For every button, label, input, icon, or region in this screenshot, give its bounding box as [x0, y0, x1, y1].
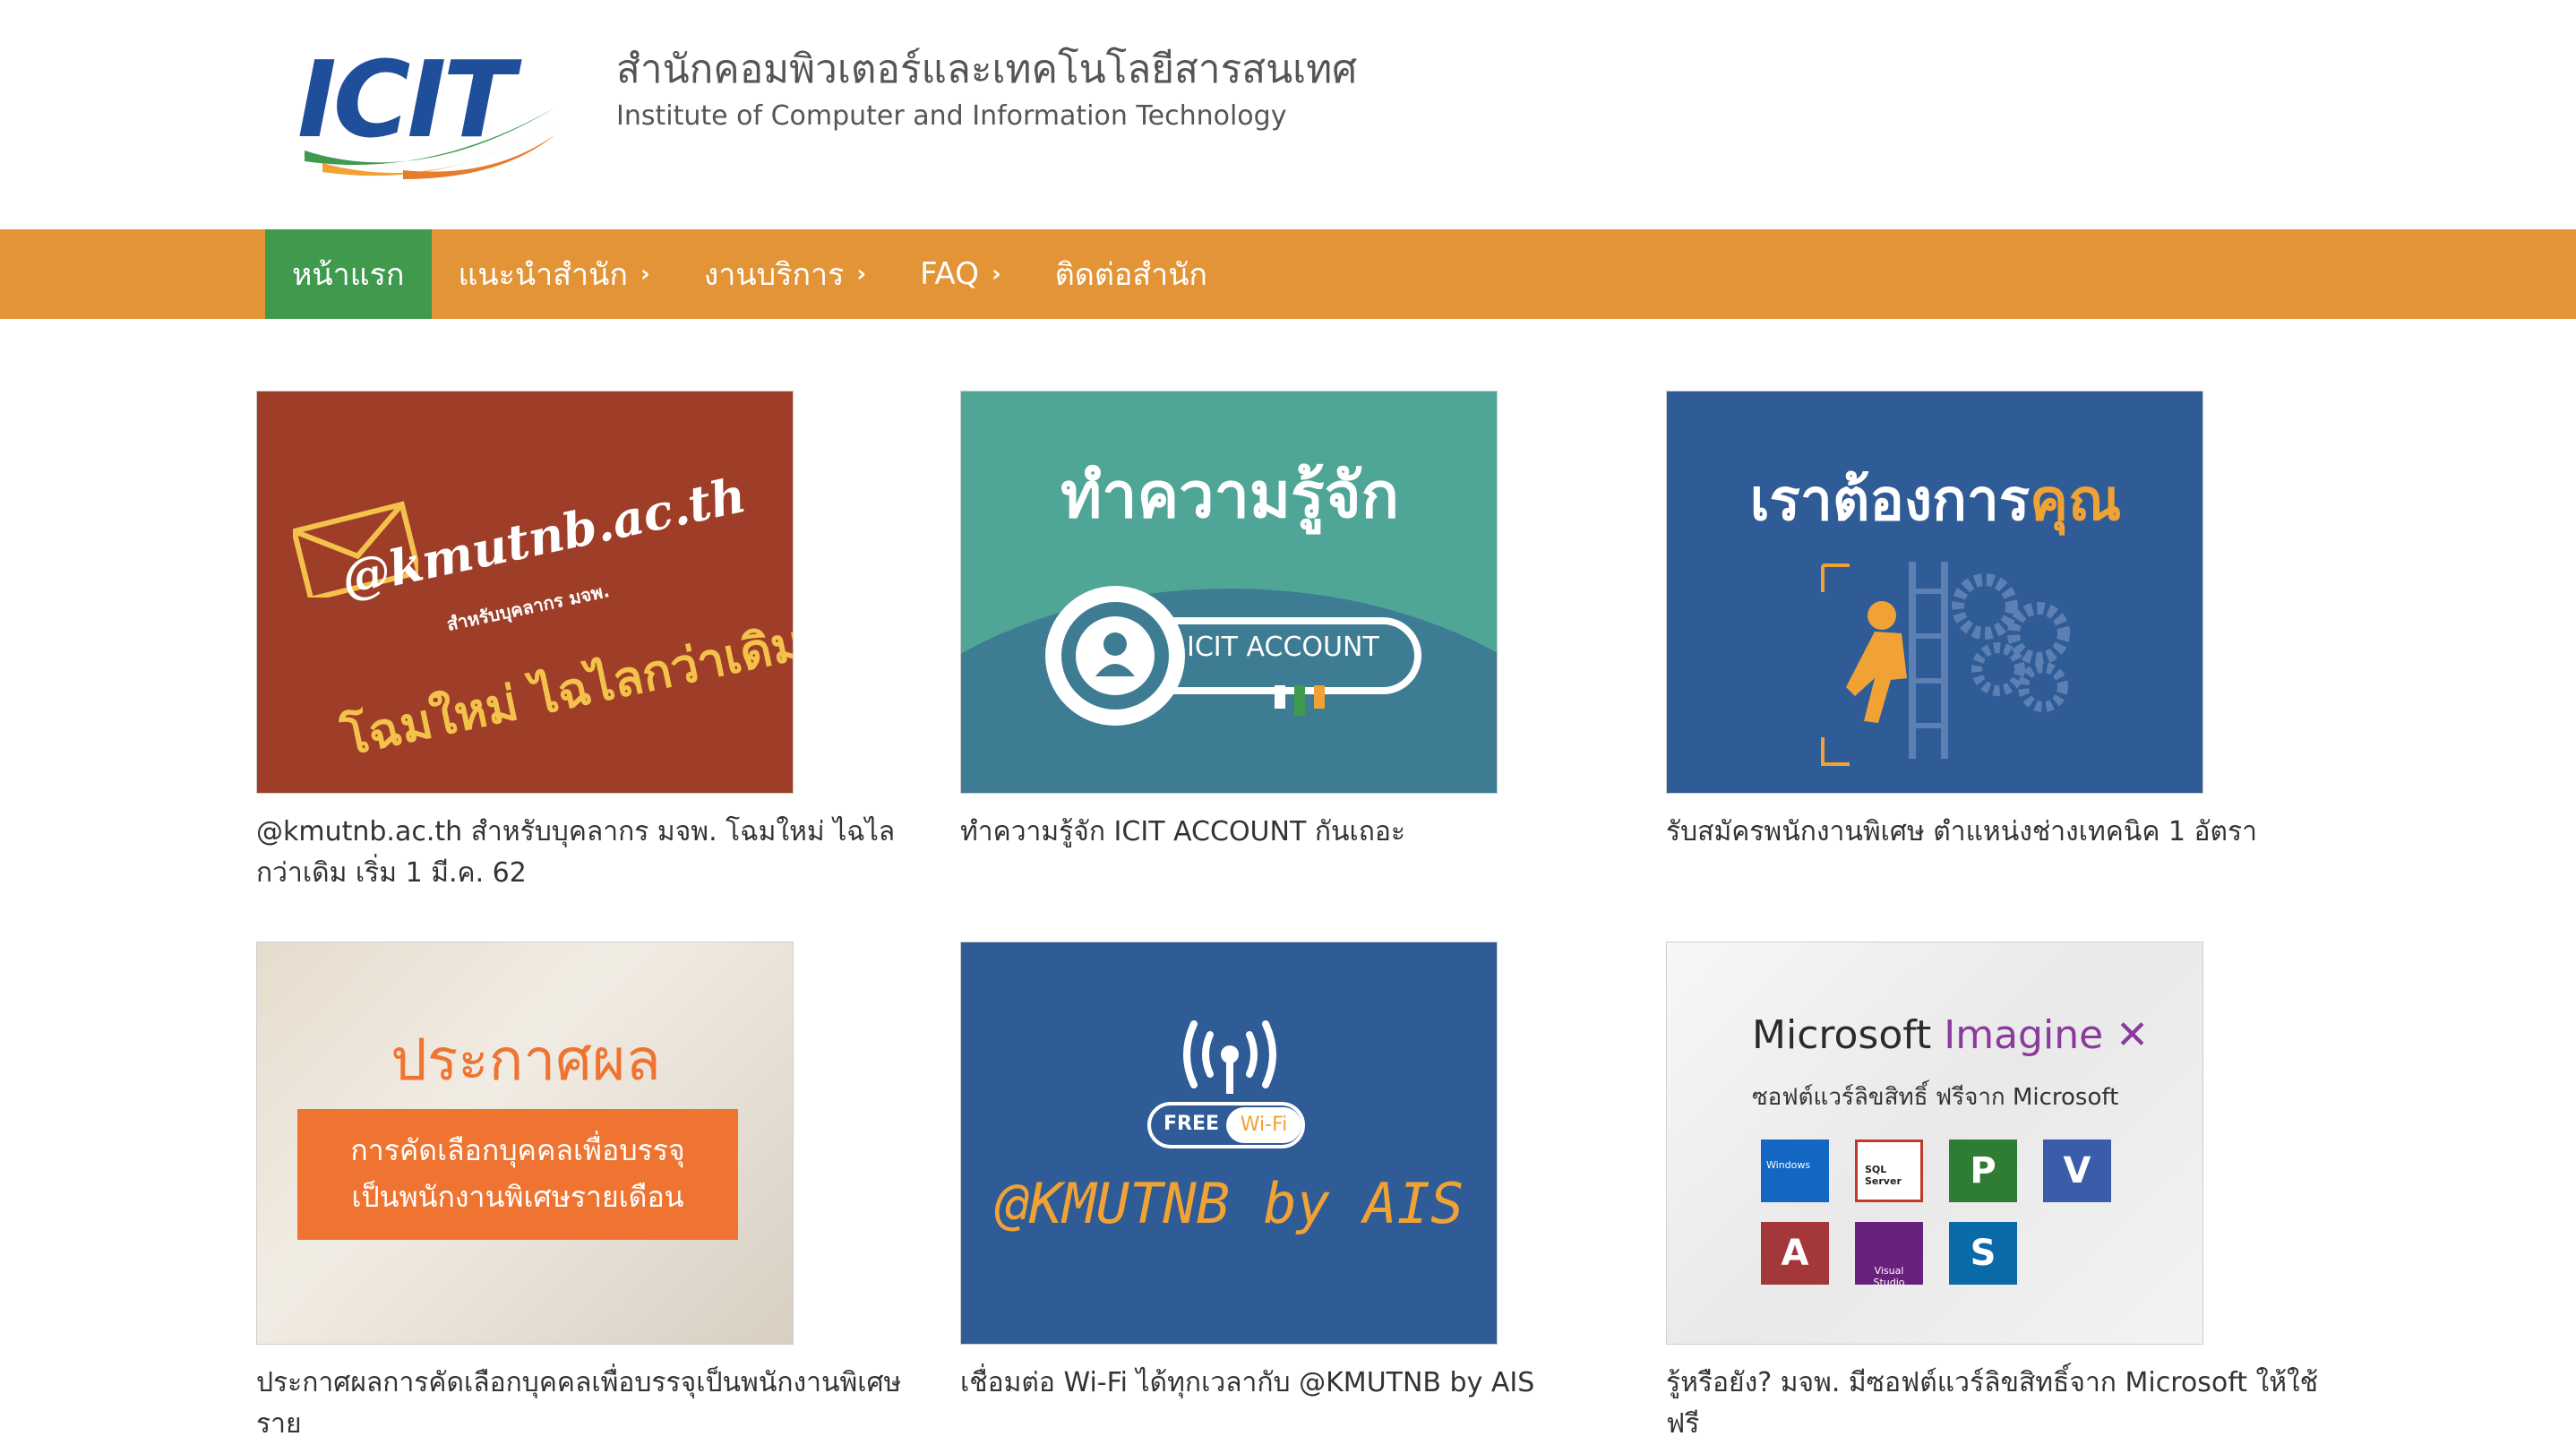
nav-item-label: ติดต่อสำนัก: [1054, 257, 1208, 293]
site-title-thai: สำนักคอมพิวเตอร์และเทคโนโลยีสารสนเทศ: [616, 47, 1358, 92]
icit-logo[interactable]: ICIT: [296, 45, 555, 188]
thumb-headline: ประกาศผล: [391, 1028, 661, 1094]
nav-item-contact[interactable]: ติดต่อสำนัก: [1028, 229, 1234, 319]
nav-item-label: แนะนำสำนัก: [458, 257, 628, 293]
news-thumbnail[interactable]: ประกาศผล การคัดเลือกบุคคลเพื่อบรรจุ เป็น…: [256, 942, 794, 1345]
thumb-headline: ทำความรู้จัก: [1060, 459, 1400, 532]
sharepoint-icon: S: [1949, 1222, 2017, 1285]
nav-item-label: FAQ: [920, 256, 979, 292]
thumb-subtitle: ซอฟต์แวร์ลิขสิทธิ์ ฟรีจาก Microsoft: [1752, 1084, 2119, 1111]
news-thumbnail[interactable]: FREE Wi-Fi @KMUTNB by AIS: [960, 942, 1498, 1345]
visual-studio-icon: Visual Studio: [1855, 1222, 1923, 1288]
thumb-tagline: โฉมใหม่ ไฉไลกว่าเดิม: [337, 614, 794, 767]
headline-main: เราต้องการ: [1749, 468, 2031, 534]
news-caption[interactable]: ทำความรู้จัก ICIT ACCOUNT กันเถอะ: [960, 812, 1641, 853]
free-wifi-badge: FREE Wi-Fi: [1147, 1102, 1305, 1148]
nav-item-label: หน้าแรก: [292, 257, 405, 293]
news-caption[interactable]: ประกาศผลการคัดเลือกบุคคลเพื่อบรรจุเป็นพน…: [256, 1363, 937, 1445]
thumb-headline: @KMUTNB by AIS: [995, 1171, 1464, 1236]
headline-accent: คุณ: [2030, 468, 2122, 534]
news-thumbnail[interactable]: ทำความรู้จัก ICIT ACCOUNT: [960, 391, 1498, 794]
nav-item-home[interactable]: หน้าแรก: [265, 229, 432, 319]
brand-text: Microsoft: [1752, 1012, 1932, 1058]
thumb-announcement-box: การคัดเลือกบุคคลเพื่อบรรจุ เป็นพนักงานพิ…: [297, 1109, 738, 1240]
nav-item-about[interactable]: แนะนำสำนัก ›: [432, 229, 677, 319]
badge-free-label: FREE: [1163, 1113, 1220, 1135]
site-header: ICIT สำนักคอมพิวเตอร์และเทคโนโลยีสารสนเท…: [0, 0, 2576, 229]
thumb-headline: เราต้องการคุณ: [1667, 454, 2202, 546]
news-caption[interactable]: @kmutnb.ac.th สำหรับบุคลากร มจพ. โฉมใหม่…: [256, 812, 937, 894]
logo-text: ICIT: [297, 38, 515, 161]
chevron-right-icon: ›: [856, 261, 867, 288]
nav-item-label: งานบริการ: [703, 257, 845, 293]
main-nav: หน้าแรก แนะนำสำนัก › งานบริการ › FAQ › ต…: [0, 229, 2576, 319]
news-thumbnail[interactable]: @kmutnb.ac.th สำหรับบุคลากร มจพ. โฉมใหม่…: [256, 391, 794, 794]
product-text: Imagine: [1944, 1012, 2104, 1058]
chevron-right-icon: ›: [991, 261, 1001, 288]
imagine-x-icon: ✕: [2116, 1012, 2150, 1058]
sql-server-icon: SQL Server: [1855, 1140, 1923, 1202]
box-line-1: การคัดเลือกบุคคลเพื่อบรรจุ: [350, 1133, 685, 1167]
news-caption[interactable]: เชื่อมต่อ Wi-Fi ได้ทุกเวลากับ @KMUTNB by…: [960, 1363, 1641, 1404]
project-icon: P: [1949, 1140, 2017, 1202]
thumb-sub-text: สำหรับบุคลากร มจพ.: [444, 580, 612, 635]
news-thumbnail[interactable]: เราต้องการคุณ: [1666, 391, 2203, 794]
news-caption[interactable]: รับสมัครพนักงานพิเศษ ตำแหน่งช่างเทคนิค 1…: [1666, 812, 2347, 853]
thumb-key-label: ICIT ACCOUNT: [1187, 632, 1379, 663]
chevron-right-icon: ›: [640, 261, 650, 288]
badge-wifi-label: Wi-Fi: [1226, 1107, 1301, 1143]
nav-item-services[interactable]: งานบริการ ›: [677, 229, 893, 319]
visio-icon: V: [2043, 1140, 2111, 1202]
box-line-2: เป็นพนักงานพิเศษรายเดือน: [351, 1180, 684, 1214]
access-icon: A: [1761, 1222, 1829, 1285]
windows-icon: Windows: [1761, 1140, 1829, 1202]
news-caption[interactable]: รู้หรือยัง? มจพ. มีซอฟต์แวร์ลิขสิทธิ์จาก…: [1666, 1363, 2347, 1445]
wifi-signal-icon: [1183, 1020, 1276, 1094]
gears-worker-icon: [1821, 562, 2070, 766]
thumb-headline: Microsoft Imagine ✕: [1752, 1012, 2149, 1058]
news-thumbnail[interactable]: Microsoft Imagine ✕ ซอฟต์แวร์ลิขสิทธิ์ ฟ…: [1666, 942, 2203, 1345]
nav-item-faq[interactable]: FAQ ›: [893, 229, 1028, 319]
site-title-english: Institute of Computer and Information Te…: [616, 100, 1287, 132]
